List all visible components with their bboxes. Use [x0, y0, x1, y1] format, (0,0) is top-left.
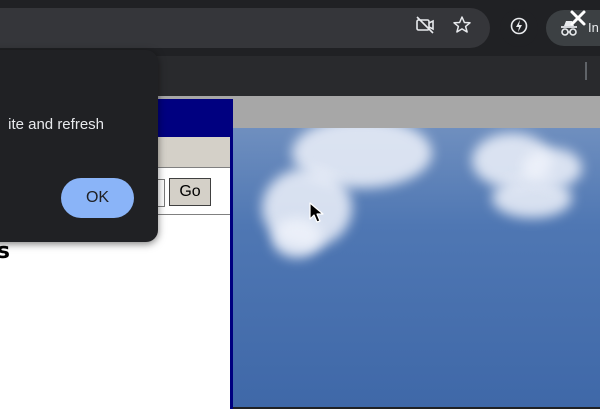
ok-button[interactable]: OK	[61, 178, 134, 218]
sky-background-image	[232, 128, 600, 407]
mouse-cursor-icon	[309, 202, 325, 229]
extension-icon	[509, 16, 529, 41]
extension-button[interactable]	[500, 9, 538, 47]
browser-toolbar: In	[0, 0, 600, 56]
dialog-message: ite and refresh	[8, 116, 104, 133]
bookmarks-bar-divider	[585, 62, 587, 80]
bookmark-star-icon[interactable]	[451, 14, 473, 36]
page-heading: ns	[0, 239, 10, 264]
camera-off-icon[interactable]	[414, 14, 436, 36]
cloud-shape	[522, 148, 582, 188]
close-icon[interactable]	[566, 6, 590, 30]
go-button[interactable]: Go	[169, 178, 211, 206]
